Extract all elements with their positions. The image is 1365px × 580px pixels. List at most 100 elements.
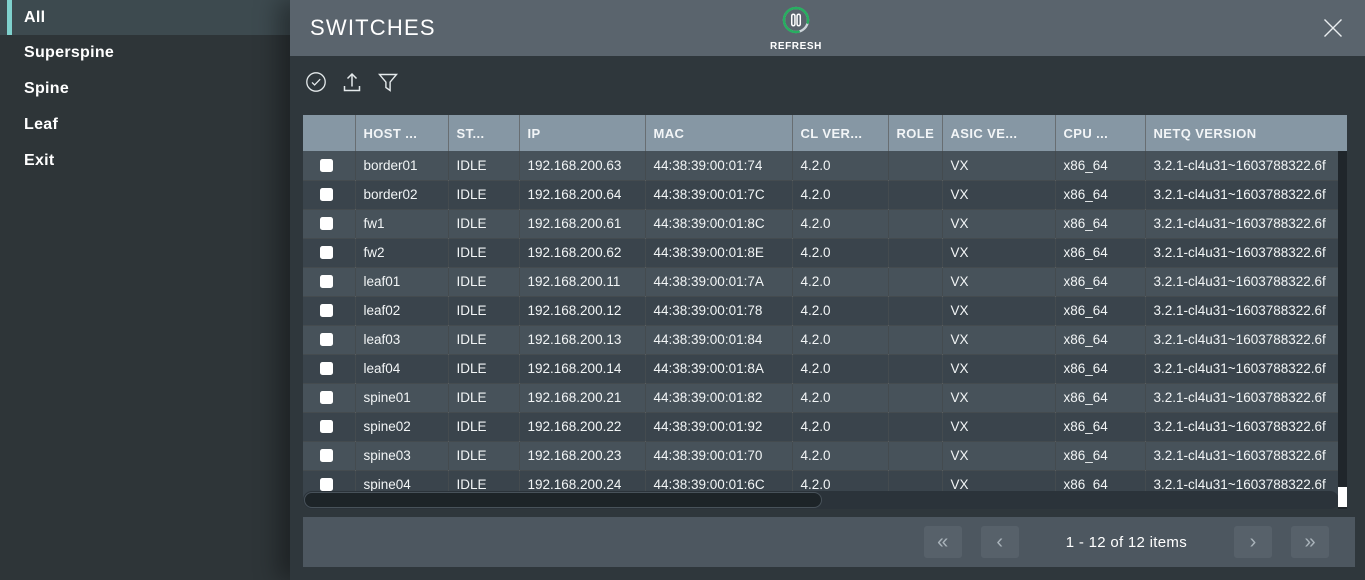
cell-cpu: x86_64 (1055, 209, 1145, 238)
cell-mac: 44:38:39:00:01:70 (645, 441, 792, 470)
column-header-cpu[interactable]: CPU ... (1055, 115, 1145, 151)
cell-role (888, 267, 942, 296)
cell-state: IDLE (448, 354, 519, 383)
cell-mac: 44:38:39:00:01:74 (645, 151, 792, 180)
cell-state: IDLE (448, 238, 519, 267)
switches-panel: SWITCHES REFRESH (290, 0, 1365, 580)
checkbox-cell (303, 325, 355, 354)
close-icon (1319, 29, 1347, 46)
cell-netq-version: 3.2.1-cl4u31~1603788322.6f (1145, 209, 1347, 238)
cell-cl-version: 4.2.0 (792, 325, 888, 354)
horizontal-scrollbar[interactable] (303, 491, 1339, 509)
row-checkbox[interactable] (320, 333, 333, 346)
cell-cl-version: 4.2.0 (792, 383, 888, 412)
row-checkbox[interactable] (320, 362, 333, 375)
switches-table: HOST ...ST...IPMACCL VER...ROLEASIC VE..… (303, 115, 1347, 509)
column-header-asic-ve[interactable]: ASIC VE... (942, 115, 1055, 151)
horizontal-scrollbar-thumb[interactable] (304, 492, 822, 508)
table-row[interactable]: spine02IDLE192.168.200.2244:38:39:00:01:… (303, 412, 1347, 441)
table-row[interactable]: leaf04IDLE192.168.200.1444:38:39:00:01:8… (303, 354, 1347, 383)
cell-cl-version: 4.2.0 (792, 412, 888, 441)
filter-button[interactable] (376, 70, 400, 98)
row-checkbox[interactable] (320, 188, 333, 201)
vertical-scrollbar[interactable] (1338, 151, 1347, 509)
sidebar-item-spine[interactable]: Spine (0, 71, 290, 107)
cell-asic-vendor: VX (942, 296, 1055, 325)
cell-cpu: x86_64 (1055, 180, 1145, 209)
vertical-scrollbar-thumb[interactable] (1338, 487, 1347, 507)
next-page-button[interactable]: › (1234, 526, 1272, 558)
cell-netq-version: 3.2.1-cl4u31~1603788322.6f (1145, 354, 1347, 383)
cell-cpu: x86_64 (1055, 441, 1145, 470)
row-checkbox[interactable] (320, 217, 333, 230)
row-checkbox[interactable] (320, 478, 333, 491)
row-checkbox[interactable] (320, 420, 333, 433)
checkbox-cell (303, 383, 355, 412)
row-checkbox[interactable] (320, 246, 333, 259)
cell-mac: 44:38:39:00:01:92 (645, 412, 792, 441)
sidebar-item-exit[interactable]: Exit (0, 143, 290, 179)
table-row[interactable]: fw2IDLE192.168.200.6244:38:39:00:01:8E4.… (303, 238, 1347, 267)
checkbox-cell (303, 151, 355, 180)
table-row[interactable]: border02IDLE192.168.200.6444:38:39:00:01… (303, 180, 1347, 209)
table-row[interactable]: leaf03IDLE192.168.200.1344:38:39:00:01:8… (303, 325, 1347, 354)
checkbox-cell (303, 441, 355, 470)
cell-role (888, 238, 942, 267)
filter-icon (377, 70, 399, 99)
sidebar-item-superspine[interactable]: Superspine (0, 35, 290, 71)
cell-hostname: fw1 (355, 209, 448, 238)
row-checkbox[interactable] (320, 159, 333, 172)
cell-netq-version: 3.2.1-cl4u31~1603788322.6f (1145, 238, 1347, 267)
cell-ip: 192.168.200.12 (519, 296, 645, 325)
cell-state: IDLE (448, 412, 519, 441)
checkbox-cell (303, 238, 355, 267)
cell-netq-version: 3.2.1-cl4u31~1603788322.6f (1145, 151, 1347, 180)
row-checkbox[interactable] (320, 304, 333, 317)
row-checkbox[interactable] (320, 275, 333, 288)
column-header-st[interactable]: ST... (448, 115, 519, 151)
column-header-host[interactable]: HOST ... (355, 115, 448, 151)
cell-asic-vendor: VX (942, 383, 1055, 412)
cell-asic-vendor: VX (942, 209, 1055, 238)
table-row[interactable]: spine03IDLE192.168.200.2344:38:39:00:01:… (303, 441, 1347, 470)
cell-cpu: x86_64 (1055, 354, 1145, 383)
cell-role (888, 441, 942, 470)
cell-netq-version: 3.2.1-cl4u31~1603788322.6f (1145, 325, 1347, 354)
table-row[interactable]: leaf02IDLE192.168.200.1244:38:39:00:01:7… (303, 296, 1347, 325)
switch-management-screen: AllSuperspineSpineLeafExit SWITCHES REFR… (0, 0, 1365, 580)
cell-cl-version: 4.2.0 (792, 209, 888, 238)
cell-role (888, 151, 942, 180)
table-row[interactable]: leaf01IDLE192.168.200.1144:38:39:00:01:7… (303, 267, 1347, 296)
cell-asic-vendor: VX (942, 412, 1055, 441)
sidebar: AllSuperspineSpineLeafExit (0, 0, 290, 580)
table-row[interactable]: border01IDLE192.168.200.6344:38:39:00:01… (303, 151, 1347, 180)
last-page-button[interactable]: » (1291, 526, 1329, 558)
table-row[interactable]: fw1IDLE192.168.200.6144:38:39:00:01:8C4.… (303, 209, 1347, 238)
previous-page-button[interactable]: ‹ (981, 526, 1019, 558)
cell-ip: 192.168.200.13 (519, 325, 645, 354)
close-button[interactable] (1319, 14, 1347, 42)
column-header-ip[interactable]: IP (519, 115, 645, 151)
select-all-button[interactable] (304, 70, 328, 98)
export-button[interactable] (340, 70, 364, 98)
checkbox-cell (303, 296, 355, 325)
cell-state: IDLE (448, 441, 519, 470)
row-checkbox[interactable] (320, 391, 333, 404)
column-header-netq-version[interactable]: NETQ VERSION (1145, 115, 1347, 151)
table-row[interactable]: spine01IDLE192.168.200.2144:38:39:00:01:… (303, 383, 1347, 412)
sidebar-item-all[interactable]: All (0, 0, 290, 35)
column-header-role[interactable]: ROLE (888, 115, 942, 151)
column-header-select[interactable] (303, 115, 355, 151)
cell-mac: 44:38:39:00:01:7C (645, 180, 792, 209)
cell-hostname: leaf03 (355, 325, 448, 354)
cell-netq-version: 3.2.1-cl4u31~1603788322.6f (1145, 267, 1347, 296)
column-header-cl-ver[interactable]: CL VER... (792, 115, 888, 151)
cell-asic-vendor: VX (942, 441, 1055, 470)
row-checkbox[interactable] (320, 449, 333, 462)
refresh-button[interactable]: REFRESH (770, 4, 822, 52)
sidebar-item-leaf[interactable]: Leaf (0, 107, 290, 143)
first-page-button[interactable]: « (924, 526, 962, 558)
pause-circle-icon (780, 23, 812, 40)
cell-asic-vendor: VX (942, 238, 1055, 267)
column-header-mac[interactable]: MAC (645, 115, 792, 151)
